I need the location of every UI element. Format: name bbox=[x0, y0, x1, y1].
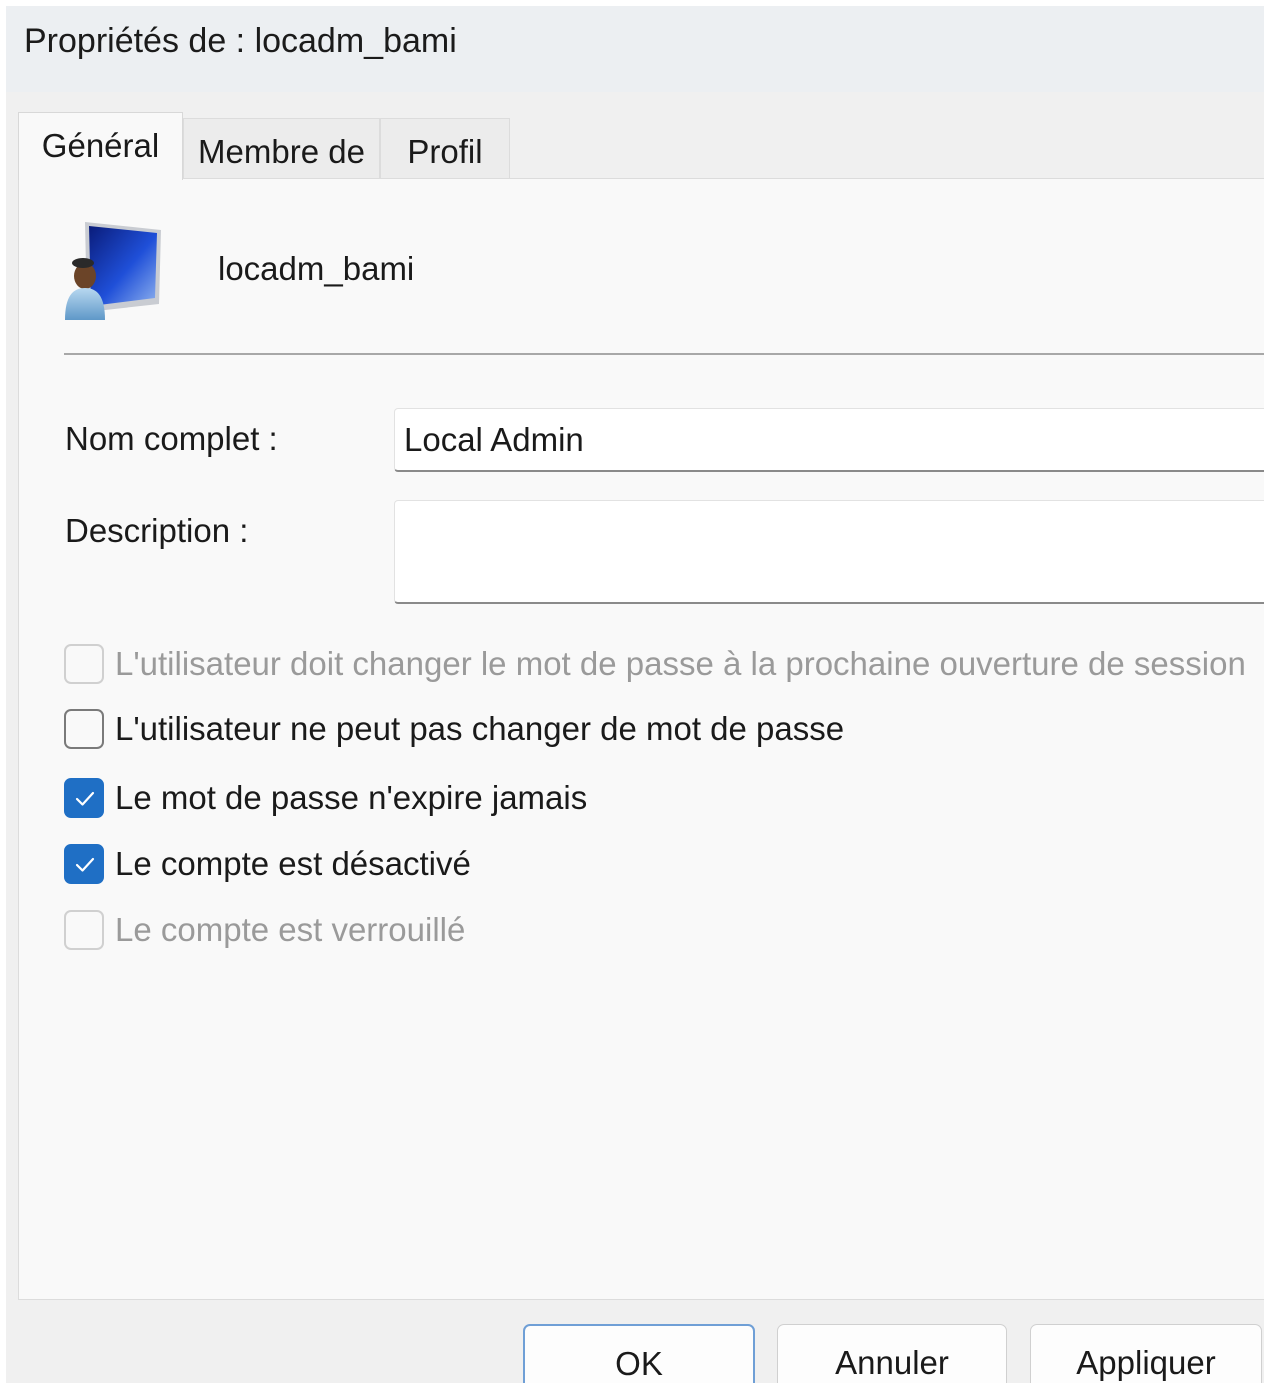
separator bbox=[64, 353, 1264, 355]
checkmark-icon bbox=[75, 857, 95, 872]
tab-profile[interactable]: Profil bbox=[380, 118, 510, 178]
ok-button[interactable]: OK bbox=[523, 1324, 755, 1383]
username-display: locadm_bami bbox=[218, 250, 415, 287]
account-disabled-label: Le compte est désactivé bbox=[115, 845, 471, 882]
tab-general[interactable]: Général bbox=[18, 112, 183, 180]
cannot-change-password-checkbox[interactable] bbox=[64, 709, 104, 749]
user-account-icon bbox=[65, 222, 161, 320]
cancel-button[interactable]: Annuler bbox=[777, 1324, 1007, 1383]
apply-button[interactable]: Appliquer bbox=[1030, 1324, 1262, 1383]
full-name-input[interactable] bbox=[394, 408, 1264, 472]
full-name-label: Nom complet : bbox=[65, 420, 278, 457]
description-input[interactable] bbox=[394, 500, 1264, 604]
tab-profile-label: Profil bbox=[407, 133, 483, 170]
tab-member-of-label: Membre de bbox=[198, 133, 365, 170]
tab-general-label: Général bbox=[41, 127, 160, 164]
account-locked-checkbox[interactable] bbox=[64, 910, 104, 950]
checkmark-icon bbox=[75, 791, 95, 806]
password-never-expires-label: Le mot de passe n'expire jamais bbox=[115, 779, 588, 816]
cannot-change-password-label: L'utilisateur ne peut pas changer de mot… bbox=[115, 710, 845, 747]
must-change-password-label: L'utilisateur doit changer le mot de pas… bbox=[115, 645, 1246, 682]
password-never-expires-checkbox[interactable] bbox=[64, 778, 104, 818]
properties-dialog: Propriétés de : locadm_bami Général Memb… bbox=[6, 6, 1264, 1383]
title-bar: Propriétés de : locadm_bami bbox=[6, 6, 1264, 92]
account-disabled-checkbox[interactable] bbox=[64, 844, 104, 884]
window-title: Propriétés de : locadm_bami bbox=[24, 22, 457, 60]
tab-member-of[interactable]: Membre de bbox=[183, 118, 380, 178]
account-locked-label: Le compte est verrouillé bbox=[115, 911, 466, 948]
description-label: Description : bbox=[65, 512, 249, 549]
must-change-password-checkbox[interactable] bbox=[64, 644, 104, 684]
